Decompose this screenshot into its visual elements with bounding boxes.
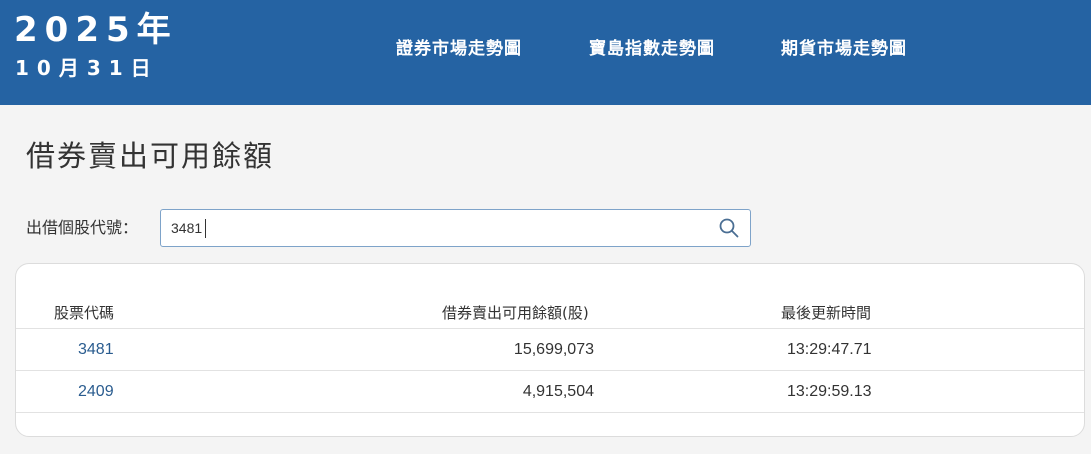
table-header-row: 股票代碼 借券賣出可用餘額(股) 最後更新時間 [16, 293, 1084, 329]
top-header: 2025年 10月31日 證券市場走勢圖 寶島指數走勢圖 期貨市場走勢圖 [0, 0, 1091, 105]
nav-formosa-index-chart[interactable]: 寶島指數走勢圖 [589, 36, 715, 62]
text-caret [205, 219, 206, 238]
stock-code-input[interactable] [171, 210, 711, 246]
page-title: 借券賣出可用餘額 [26, 139, 275, 173]
stock-code-link[interactable]: 3481 [78, 329, 114, 371]
table-row: 2409 4,915,504 13:29:59.13 [16, 371, 1084, 413]
search-icon[interactable] [718, 217, 740, 239]
last-update-time: 13:29:59.13 [787, 383, 872, 400]
results-table: 股票代碼 借券賣出可用餘額(股) 最後更新時間 3481 15,699,073 … [15, 263, 1085, 437]
nav-futures-market-chart[interactable]: 期貨市場走勢圖 [781, 36, 907, 62]
last-update-time: 13:29:47.71 [787, 341, 872, 358]
available-balance: 4,915,504 [522, 383, 594, 400]
table-row: 3481 15,699,073 13:29:47.71 [16, 329, 1084, 371]
stock-code-link[interactable]: 2409 [78, 371, 114, 413]
search-label: 出借個股代號： [26, 218, 139, 237]
available-balance: 15,699,073 [513, 341, 594, 358]
search-box[interactable] [160, 209, 751, 247]
header-stock-code: 股票代碼 [54, 304, 115, 322]
main-nav: 證券市場走勢圖 寶島指數走勢圖 期貨市場走勢圖 [0, 36, 1091, 62]
nav-stock-market-chart[interactable]: 證券市場走勢圖 [396, 36, 522, 62]
header-last-update: 最後更新時間 [781, 304, 872, 322]
header-available-balance: 借券賣出可用餘額(股) [442, 304, 589, 322]
